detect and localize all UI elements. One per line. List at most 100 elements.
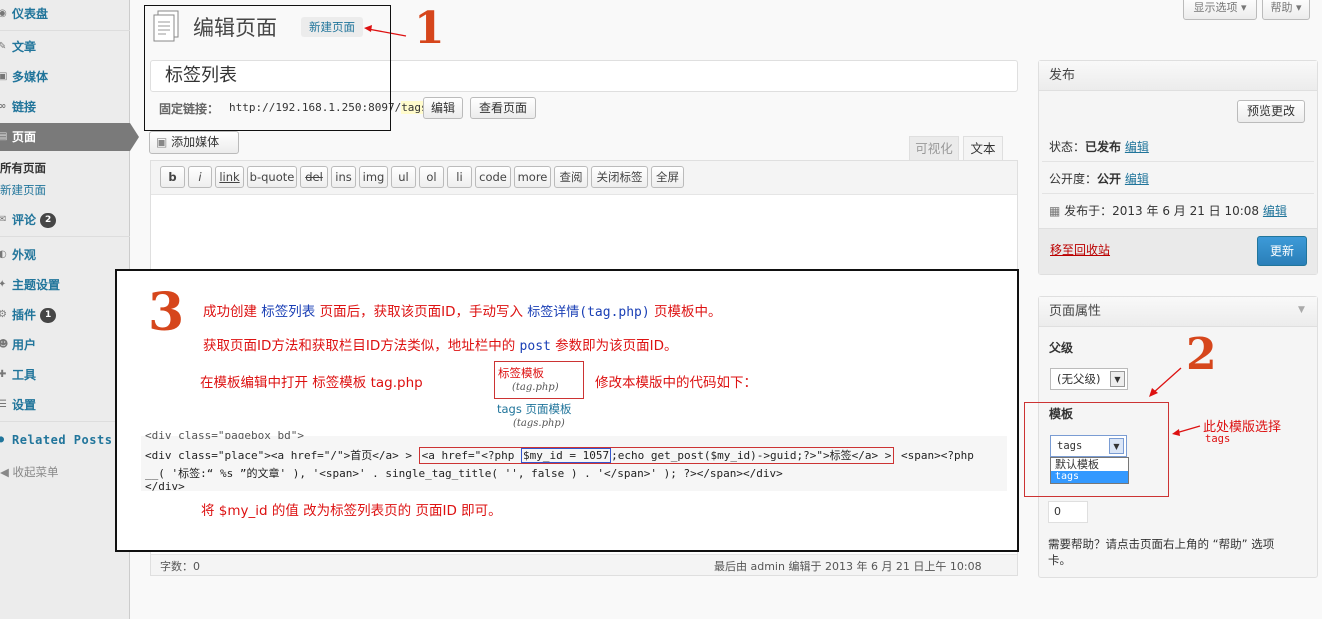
last-edited-info: 最后由 admin 编辑于 2013 年 6 月 21 日上午 10:08 [714,560,982,573]
annotation-number-3: 3 [148,282,185,343]
theme-settings-icon: ✦ [0,279,7,290]
tab-text[interactable]: 文本 [963,136,1003,161]
preview-changes-button[interactable]: 预览更改 [1237,100,1305,123]
status-value: 已发布 [1085,140,1122,154]
annotation-template-choice-sub: tags [1205,433,1231,445]
tools-icon: ✚ [0,369,7,380]
help-text-line-1: 需要帮助？请点击页面右上角的 “帮助” 选项 [1048,537,1275,551]
collapse-icon: ◀ [0,465,13,479]
plugins-icon: ⚙ [0,309,7,320]
tags-template-title: tags 页面模板 [497,402,572,416]
move-to-trash-link[interactable]: 移至回收站 [1050,241,1110,258]
toolbar-close-tags-button[interactable]: 关闭标签 [591,166,648,188]
edit-visibility-link[interactable]: 编辑 [1125,172,1149,186]
annotation-final-note: 将 $my_id 的值 改为标签列表页的 页面ID 即可。 [201,503,502,519]
edit-date-link[interactable]: 编辑 [1263,204,1287,218]
sidebar-item-related-posts[interactable]: ● Related Posts [0,426,130,454]
status-row: 状态：已发布 编辑 [1049,140,1149,154]
toolbar-more-button[interactable]: more [514,166,551,188]
annotation-number-2: 2 [1186,329,1217,380]
code-my-id-highlight: $my_id = 1057 [521,448,612,463]
view-page-button[interactable]: 查看页面 [470,97,536,119]
annotation-number-1: 1 [414,3,445,54]
visibility-value: 公开 [1097,172,1122,186]
sidebar-item-pages[interactable]: ▤ 页面 [0,123,139,151]
add-media-button[interactable]: ▣ 添加媒体 [149,131,239,154]
sidebar-item-media[interactable]: ▣ 多媒体 [0,63,130,91]
links-icon: ∞ [0,101,7,112]
toolbar-ol-button[interactable]: ol [419,166,444,188]
annotation-line-2: 获取页面ID方法和获取栏目ID方法类似，地址栏中的 post 参数即为该页面ID… [203,338,678,354]
sidebar-item-theme-settings[interactable]: ✦ 主题设置 [0,271,130,299]
toolbar-img-button[interactable]: img [359,166,388,188]
comments-icon: ✉ [0,214,7,225]
order-input[interactable]: 0 [1048,501,1088,523]
chevron-down-icon: ▼ [1110,371,1125,387]
posts-icon: ✎ [0,41,7,52]
sidebar-item-appearance[interactable]: ◐ 外观 [0,241,130,269]
appearance-icon: ◐ [0,249,7,260]
toolbar-fullscreen-button[interactable]: 全屏 [651,166,684,188]
parent-select[interactable]: (无父级) ▼ [1050,368,1128,390]
admin-sidebar: ◉ 仪表盘 ✎ 文章 ▣ 多媒体 ∞ 链接 ▤ 页面 所有页面 新建页面 ✉ 评论 2 ◐ 外观… [0,0,139,619]
tag-template-title: 标签模板 [498,366,544,380]
toolbar-del-button[interactable]: del [300,166,328,188]
sidebar-item-users[interactable]: ☻ 用户 [0,331,130,359]
screen-options-button[interactable]: 显示选项 ▾ [1183,0,1257,20]
word-count: 字数：0 [160,560,200,573]
update-button[interactable]: 更新 [1257,236,1307,266]
toolbar-bold-button[interactable]: b [160,166,185,188]
edit-permalink-button[interactable]: 编辑 [423,97,463,119]
submenu-add-page[interactable]: 新建页面 [0,182,46,198]
settings-icon: ☰ [0,399,7,410]
published-on-row: ▦ 发布于：2013 年 6 月 21 日 10:08 编辑 [1049,204,1287,218]
toolbar-code-button[interactable]: code [475,166,511,188]
annotation-line-1: 成功创建 标签列表 页面后，获取该页面ID，手动写入 标签详情(tag.php)… [203,304,722,320]
sidebar-item-settings[interactable]: ☰ 设置 [0,391,130,419]
edit-status-link[interactable]: 编辑 [1125,140,1149,154]
dashboard-icon: ◉ [0,8,7,19]
code-line-2: <div class="place"><a href="/">首页</a> > … [145,447,974,464]
annotation-arrow-2 [1149,367,1182,397]
collapse-panel-icon[interactable]: ▼ [1298,305,1305,315]
code-line-3: __( '标签:“ %s ”的文章' ), '<span>' . single_… [145,467,783,480]
submenu-all-pages[interactable]: 所有页面 [0,160,46,176]
collapse-menu[interactable]: ◀ 收起菜单 [0,464,59,480]
code-line-4: </div> [145,480,185,493]
calendar-icon: ▦ [1049,204,1065,218]
related-posts-icon: ● [0,434,5,445]
help-button[interactable]: 帮助 ▾ [1262,0,1310,20]
annotation-arrow-template [1172,425,1201,436]
page-attributes-title: 页面属性 [1039,297,1317,327]
comments-count-badge: 2 [40,213,57,228]
annotation-line-3b: 修改本模版中的代码如下： [595,375,757,391]
sidebar-item-comments[interactable]: ✉ 评论 2 [0,206,130,234]
publish-panel-title: 发布 [1039,61,1317,91]
media-icon: ▣ [0,71,8,82]
annotation-box-1 [144,5,391,131]
users-icon: ☻ [0,339,9,350]
toolbar-lookup-button[interactable]: 查阅 [554,166,588,188]
sidebar-item-dashboard[interactable]: ◉ 仪表盘 [0,0,130,28]
toolbar-blockquote-button[interactable]: b-quote [247,166,297,188]
code-line-1: <div class="pagebox_bd"> [145,431,304,439]
pages-icon: ▤ [0,131,8,142]
visibility-row: 公开度：公开 编辑 [1049,172,1149,186]
annotation-line-3: 在模板编辑中打开 标签模板 tag.php [200,375,423,391]
tags-template-sub: (tags.php) [513,418,565,429]
parent-label: 父级 [1049,341,1074,355]
toolbar-ul-button[interactable]: ul [391,166,416,188]
sidebar-item-tools[interactable]: ✚ 工具 [0,361,130,389]
help-text-line-2: 卡。 [1048,553,1071,567]
sidebar-item-posts[interactable]: ✎ 文章 [0,33,130,61]
sidebar-item-plugins[interactable]: ⚙ 插件 1 [0,301,130,329]
toolbar-italic-button[interactable]: i [188,166,212,188]
tag-template-sub: (tag.php) [512,382,559,393]
toolbar-link-button[interactable]: link [215,166,244,188]
sidebar-item-links[interactable]: ∞ 链接 [0,93,130,121]
annotation-box-2 [1024,402,1169,497]
toolbar-li-button[interactable]: li [447,166,472,188]
tab-visual[interactable]: 可视化 [909,136,959,160]
toolbar-ins-button[interactable]: ins [331,166,356,188]
plugins-count-badge: 1 [40,308,57,323]
